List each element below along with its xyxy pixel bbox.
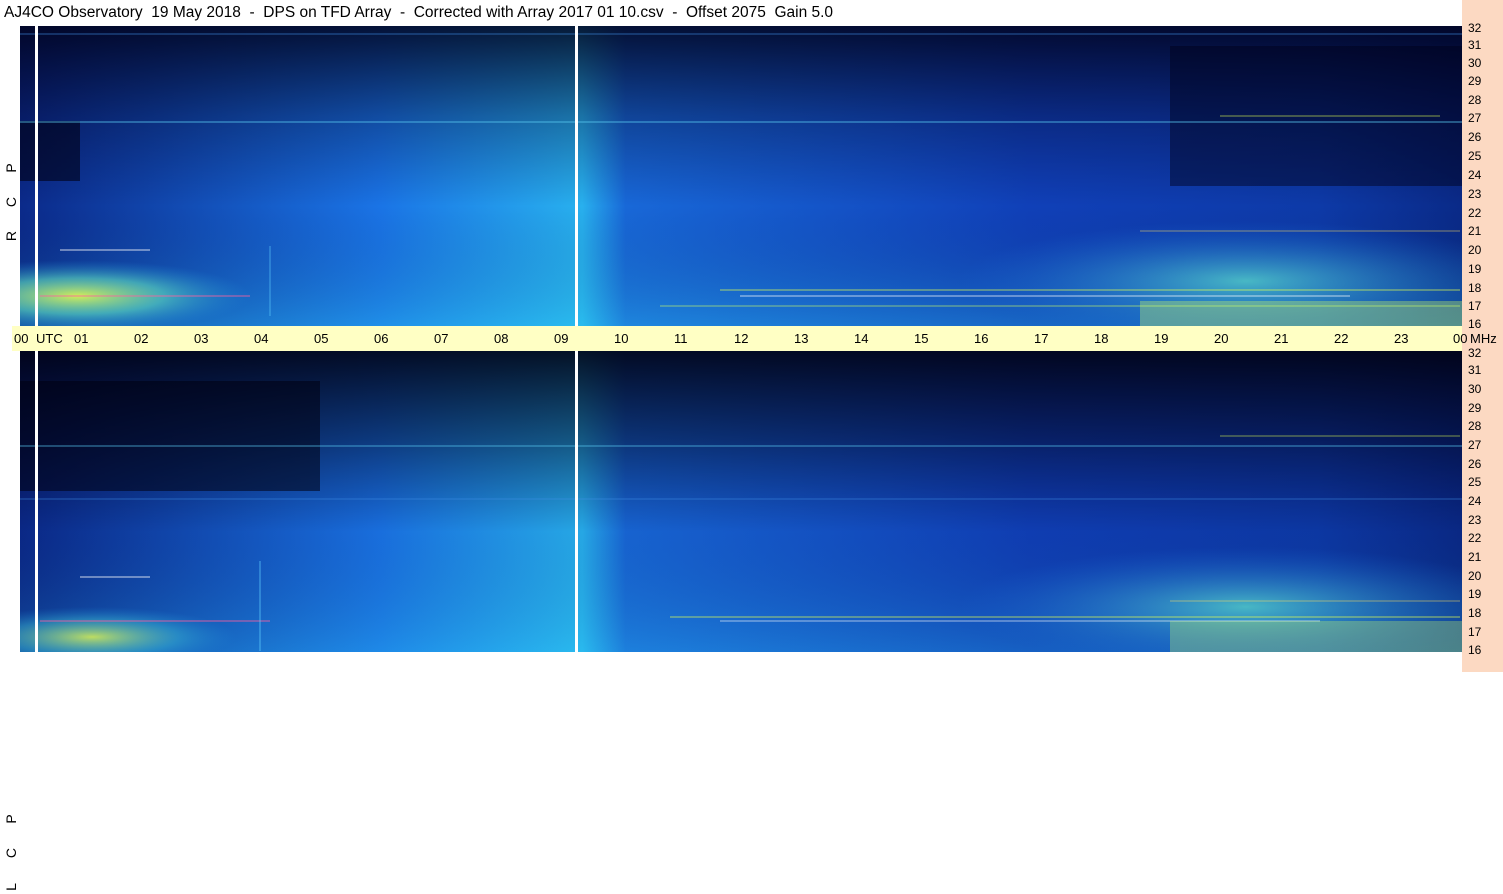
time-tick: 22: [1334, 331, 1349, 346]
time-unit: UTC: [36, 331, 63, 346]
time-tick: 18: [1094, 331, 1109, 346]
time-tick: 09: [554, 331, 569, 346]
time-tick: 20: [1214, 331, 1229, 346]
time-tick: 23: [1394, 331, 1409, 346]
time-marker: [35, 26, 38, 326]
time-marker: [35, 351, 38, 652]
spectrogram-rcp[interactable]: [20, 26, 1462, 326]
time-tick: 01: [74, 331, 89, 346]
spectrogram-lcp[interactable]: [20, 351, 1462, 652]
time-tick: 15: [914, 331, 929, 346]
spectrogram-lcp-image: [20, 351, 1462, 652]
time-tick: 17: [1034, 331, 1049, 346]
spectrogram-rcp-image: [20, 26, 1462, 326]
time-tick: 12: [734, 331, 749, 346]
polarization-label-lcp: P C L: [3, 814, 19, 891]
window-title: AJ4CO Observatory 19 May 2018 - DPS on T…: [4, 4, 834, 21]
time-tick: 05: [314, 331, 329, 346]
time-tick: 00: [14, 331, 29, 346]
time-tick: 16: [974, 331, 989, 346]
time-tick: 13: [794, 331, 809, 346]
polarization-label-rcp: P C R: [3, 163, 19, 242]
time-tick: 00: [1453, 331, 1468, 346]
time-tick: 14: [854, 331, 869, 346]
time-tick: 04: [254, 331, 269, 346]
time-axis: 00 UTC 01 02 03 04 05 06 07 08 09 10 11 …: [12, 326, 1467, 351]
time-marker: [575, 26, 578, 326]
time-tick: 02: [134, 331, 149, 346]
time-tick: 19: [1154, 331, 1169, 346]
time-tick: 06: [374, 331, 389, 346]
time-tick: 11: [674, 331, 688, 346]
time-tick: 08: [494, 331, 509, 346]
time-marker: [575, 351, 578, 652]
time-tick: 10: [614, 331, 629, 346]
time-tick: 21: [1274, 331, 1289, 346]
time-tick: 03: [194, 331, 209, 346]
time-tick: 07: [434, 331, 449, 346]
